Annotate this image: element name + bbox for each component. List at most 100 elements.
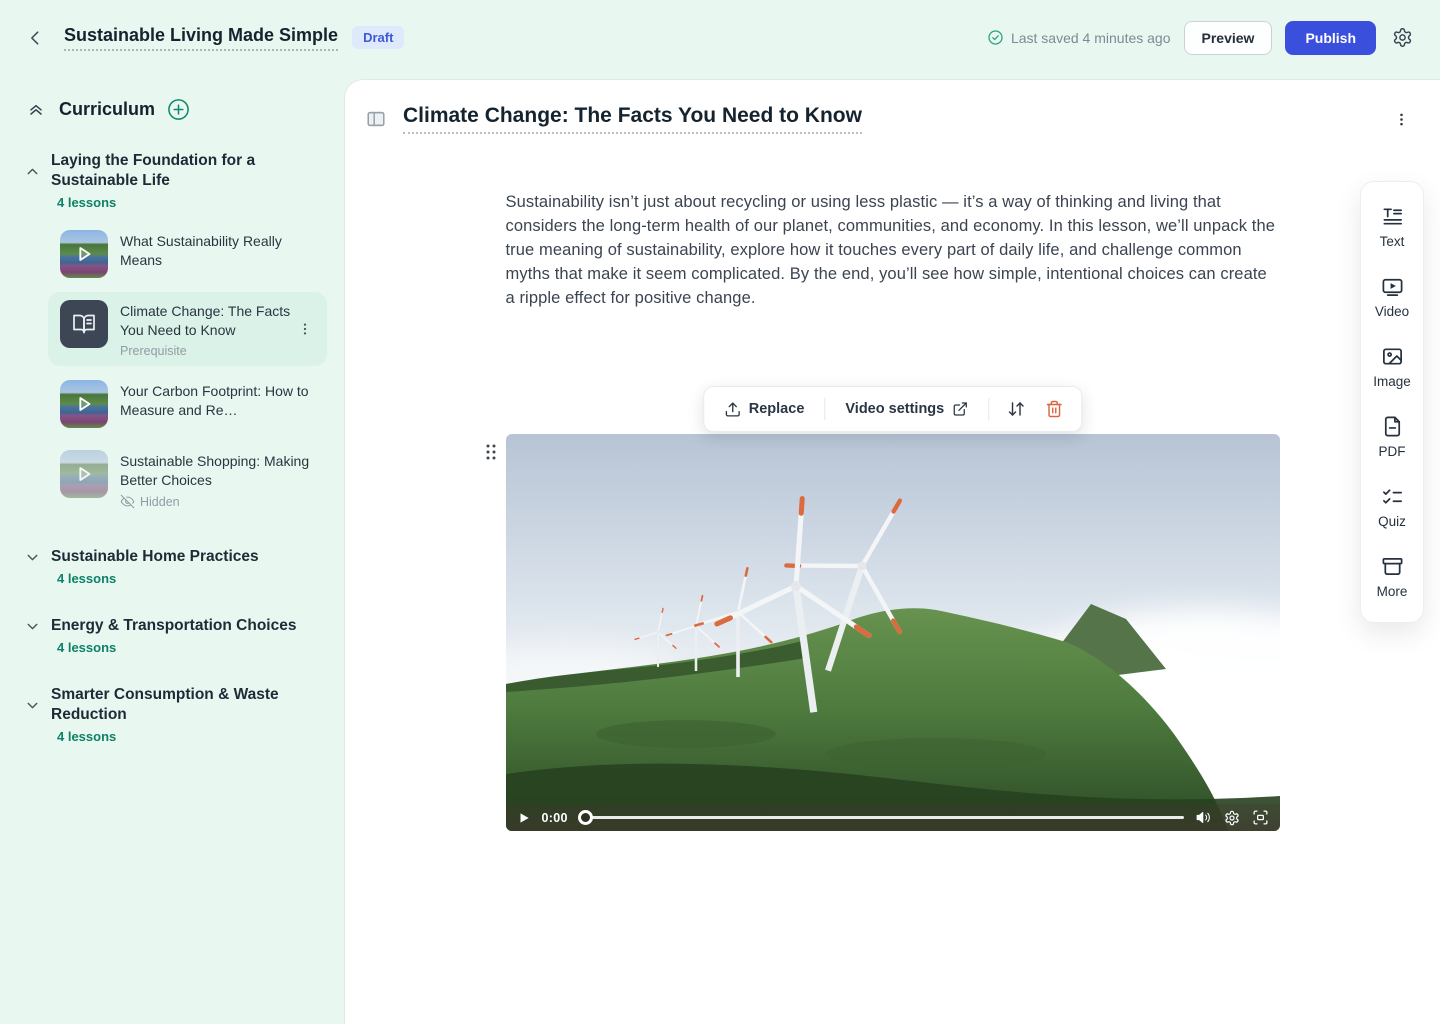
- curriculum-sidebar: Curriculum Laying the Foundation for a S…: [0, 75, 345, 1024]
- section-header[interactable]: Smarter Consumption & Waste Reduction: [0, 685, 345, 725]
- section-header[interactable]: Sustainable Home Practices: [0, 547, 345, 567]
- gear-icon: [1392, 27, 1413, 48]
- text-icon: [1381, 205, 1404, 228]
- replace-label: Replace: [749, 401, 805, 417]
- add-curriculum-button[interactable]: [167, 98, 190, 121]
- tool-label: PDF: [1379, 444, 1406, 459]
- lesson-item-video[interactable]: What Sustainability Really Means: [48, 222, 327, 286]
- back-button[interactable]: [22, 24, 50, 52]
- section-title: Smarter Consumption & Waste Reduction: [51, 685, 301, 725]
- lesson-list: What Sustainability Really Means Climate…: [0, 222, 345, 517]
- section-lesson-count: 4 lessons: [0, 571, 345, 586]
- volume-button[interactable]: [1194, 808, 1213, 827]
- panel-left-icon: [365, 108, 387, 130]
- settings-button[interactable]: [1389, 24, 1416, 51]
- section-title: Laying the Foundation for a Sustainable …: [51, 151, 301, 191]
- play-icon: [60, 230, 108, 278]
- app-body: Curriculum Laying the Foundation for a S…: [0, 75, 1440, 1024]
- curriculum-section: Energy & Transportation Choices 4 lesson…: [0, 616, 345, 655]
- play-icon: [60, 380, 108, 428]
- video-block: Replace Video settings: [506, 434, 1280, 831]
- chevron-down-icon[interactable]: [24, 697, 41, 714]
- insert-tools-panel: Text Video Image PDF: [1360, 181, 1424, 623]
- lesson-item-video[interactable]: Your Carbon Footprint: How to Measure an…: [48, 372, 327, 436]
- plus-circle-icon: [167, 98, 190, 121]
- external-link-icon: [952, 401, 968, 417]
- lesson-hidden-badge: Hidden: [120, 494, 317, 509]
- arrow-up-down-icon: [1007, 400, 1025, 418]
- seek-bar[interactable]: [578, 810, 1184, 825]
- curriculum-header: Curriculum: [0, 97, 345, 121]
- more-tools-button[interactable]: More: [1361, 542, 1423, 612]
- sidebar-toggle-button[interactable]: [363, 106, 389, 132]
- curriculum-section: Sustainable Home Practices 4 lessons: [0, 547, 345, 586]
- upload-icon: [724, 401, 741, 418]
- move-block-button[interactable]: [999, 393, 1033, 425]
- video-icon: [1381, 275, 1404, 298]
- player-settings-button[interactable]: [1223, 809, 1241, 827]
- tool-label: Video: [1375, 304, 1409, 319]
- eye-off-icon: [120, 494, 135, 509]
- section-header[interactable]: Laying the Foundation for a Sustainable …: [0, 151, 345, 191]
- replace-video-button[interactable]: Replace: [714, 394, 815, 425]
- curriculum-title: Curriculum: [59, 99, 155, 120]
- block-drag-handle[interactable]: [482, 440, 500, 464]
- seek-track: [592, 816, 1184, 819]
- tool-label: Text: [1380, 234, 1405, 249]
- play-icon: [60, 450, 108, 498]
- section-title: Energy & Transportation Choices: [51, 616, 296, 636]
- delete-block-button[interactable]: [1037, 393, 1071, 425]
- preview-button[interactable]: Preview: [1184, 21, 1273, 55]
- quiz-icon: [1381, 485, 1404, 508]
- lesson-menu-button[interactable]: [1389, 107, 1414, 132]
- video-settings-button[interactable]: Video settings: [835, 394, 978, 424]
- lesson-title: What Sustainability Really Means: [120, 233, 282, 268]
- lesson-item-selected[interactable]: Climate Change: The Facts You Need to Kn…: [48, 292, 327, 366]
- play-button[interactable]: [516, 810, 532, 826]
- pdf-icon: [1381, 415, 1404, 438]
- insert-video-button[interactable]: Video: [1361, 262, 1423, 332]
- archive-box-icon: [1381, 555, 1404, 578]
- topbar-actions: Last saved 4 minutes ago Preview Publish: [987, 21, 1416, 55]
- tool-label: More: [1377, 584, 1408, 599]
- grip-dots-icon: [484, 442, 498, 462]
- insert-image-button[interactable]: Image: [1361, 332, 1423, 402]
- lesson-page-title[interactable]: Climate Change: The Facts You Need to Kn…: [403, 104, 862, 134]
- curriculum-section: Laying the Foundation for a Sustainable …: [0, 151, 345, 517]
- image-icon: [1381, 345, 1404, 368]
- lesson-menu-button[interactable]: [293, 317, 317, 341]
- video-player[interactable]: 0:00: [506, 434, 1280, 831]
- lesson-paragraph[interactable]: Sustainability isn’t just about recyclin…: [506, 190, 1280, 310]
- seek-knob[interactable]: [578, 810, 593, 825]
- kebab-icon: [297, 321, 313, 337]
- insert-text-button[interactable]: Text: [1361, 192, 1423, 262]
- lesson-header: Climate Change: The Facts You Need to Kn…: [345, 80, 1440, 134]
- topbar: Sustainable Living Made Simple Draft Las…: [0, 0, 1440, 75]
- lesson-editor: Climate Change: The Facts You Need to Kn…: [345, 80, 1440, 1024]
- lesson-item-hidden[interactable]: Sustainable Shopping: Making Better Choi…: [48, 442, 327, 517]
- current-time: 0:00: [542, 811, 568, 825]
- tool-label: Image: [1373, 374, 1411, 389]
- collapse-all-button[interactable]: [24, 97, 48, 121]
- course-title[interactable]: Sustainable Living Made Simple: [64, 25, 338, 51]
- lesson-title: Climate Change: The Facts You Need to Kn…: [120, 303, 290, 338]
- section-lesson-count: 4 lessons: [0, 729, 345, 744]
- book-open-icon: [72, 312, 96, 336]
- chevrons-up-icon: [26, 99, 46, 119]
- section-header[interactable]: Energy & Transportation Choices: [0, 616, 345, 636]
- insert-pdf-button[interactable]: PDF: [1361, 402, 1423, 472]
- publish-button[interactable]: Publish: [1285, 21, 1376, 55]
- chevron-down-icon[interactable]: [24, 618, 41, 635]
- lesson-title: Your Carbon Footprint: How to Measure an…: [120, 383, 309, 418]
- video-thumbnail: [60, 380, 108, 428]
- chevron-up-icon[interactable]: [24, 163, 41, 180]
- fullscreen-button[interactable]: [1251, 808, 1270, 827]
- lesson-prerequisite-badge: Prerequisite: [120, 344, 317, 358]
- insert-quiz-button[interactable]: Quiz: [1361, 472, 1423, 542]
- fullscreen-icon: [1252, 809, 1269, 826]
- video-thumbnail: [60, 450, 108, 498]
- status-badge: Draft: [352, 26, 404, 49]
- trash-icon: [1045, 400, 1063, 418]
- chevron-down-icon[interactable]: [24, 549, 41, 566]
- video-thumbnail: [60, 230, 108, 278]
